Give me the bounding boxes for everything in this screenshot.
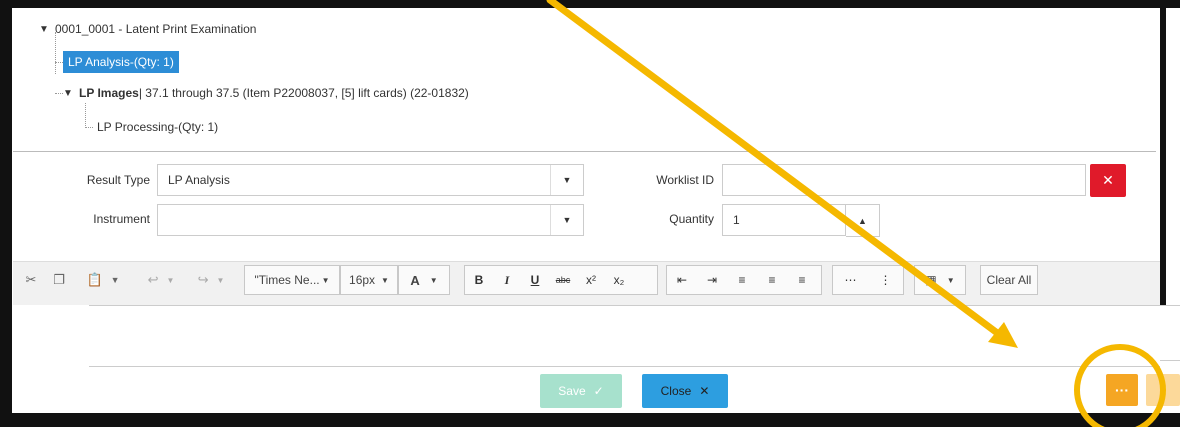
quantity-input[interactable]: 1 <box>722 204 846 236</box>
worklist-id-input[interactable] <box>722 164 1086 196</box>
subscript-button[interactable]: x₂ <box>605 266 633 294</box>
tree-panel: ▼ 0001_0001 - Latent Print Examination L… <box>13 8 1156 152</box>
align-center-icon[interactable]: ≡ <box>757 266 787 294</box>
tree-node-lp-processing[interactable]: LP Processing-(Qty: 1) <box>97 120 218 134</box>
font-color-icon: A <box>410 272 420 288</box>
chevron-down-icon: ▼ <box>429 275 438 285</box>
underline-button[interactable]: U <box>521 266 549 294</box>
undo-button[interactable]: ↩ ▼ <box>138 265 184 295</box>
chevron-down-icon: ▼ <box>381 275 389 285</box>
collapse-icon[interactable]: ▼ <box>39 24 49 35</box>
close-icon: ✕ <box>699 384 710 398</box>
frame-left <box>0 0 12 427</box>
chevron-down-icon: ▼ <box>946 275 955 285</box>
result-type-select[interactable]: LP Analysis ▼ <box>157 164 584 196</box>
collapse-panel-button[interactable]: ≡ <box>1146 374 1180 406</box>
redo-icon: ↪ <box>197 272 209 287</box>
tree-connector <box>85 127 93 128</box>
rich-text-editor[interactable] <box>89 305 1180 361</box>
font-size-select[interactable]: 16px ▼ <box>340 265 398 295</box>
alignment-group: ⇤ ⇥ ≡ ≡ ≡ <box>666 265 822 295</box>
list-icon: ≡ <box>1159 383 1167 397</box>
editor-gutter <box>13 305 90 367</box>
divider <box>13 151 1156 152</box>
numbered-list-icon[interactable]: ⋮ <box>868 266 903 294</box>
cut-icon[interactable]: ✂ <box>18 265 44 295</box>
tree-node-root[interactable]: ▼ 0001_0001 - Latent Print Examination <box>39 22 256 36</box>
bullet-list-icon[interactable]: ⋯ <box>833 266 868 294</box>
result-type-value: LP Analysis <box>168 173 230 187</box>
frame-bottom <box>0 413 1180 427</box>
instrument-label: Instrument <box>93 212 150 226</box>
table-icon: ▦ <box>925 273 937 287</box>
frame-top <box>0 0 1180 8</box>
close-button[interactable]: Close ✕ <box>642 374 728 408</box>
clear-all-button[interactable]: Clear All <box>980 265 1038 295</box>
list-group: ⋯ ⋮ <box>832 265 904 295</box>
font-family-select[interactable]: "Times Ne... ▼ <box>244 265 340 295</box>
check-icon: ✓ <box>593 384 604 398</box>
save-label: Save <box>558 384 586 398</box>
close-label: Close <box>660 384 692 398</box>
chevron-down-icon: ▼ <box>321 275 330 285</box>
paste-button[interactable]: 📋 ▼ <box>74 265 132 295</box>
align-left-icon[interactable]: ≡ <box>727 266 757 294</box>
tree-node-images-detail: | 37.1 through 37.5 (Item P22008037, [5]… <box>138 86 469 100</box>
strikethrough-button[interactable]: abc <box>549 266 577 294</box>
clipboard-icon: 📋 <box>86 272 103 287</box>
frame-right <box>1160 0 1166 310</box>
instrument-select[interactable]: ▼ <box>157 204 584 236</box>
superscript-button[interactable]: x² <box>577 266 605 294</box>
tree-connector <box>55 32 56 74</box>
quantity-label: Quantity <box>669 212 714 226</box>
collapse-icon[interactable]: ▼ <box>63 88 73 99</box>
redo-button[interactable]: ↪ ▼ <box>188 265 234 295</box>
tree-node-selected-label: LP Analysis-(Qty: 1) <box>63 51 179 73</box>
undo-icon: ↩ <box>147 272 159 287</box>
worklist-id-label: Worklist ID <box>656 173 714 187</box>
tree-node-processing-label: LP Processing-(Qty: 1) <box>97 120 219 134</box>
quantity-stepper[interactable]: ▲ <box>846 204 880 237</box>
result-type-label: Result Type <box>86 173 150 187</box>
font-color-select[interactable]: A ▼ <box>398 265 450 295</box>
tree-node-lp-images[interactable]: ▼ LP Images | 37.1 through 37.5 (Item P2… <box>63 86 469 100</box>
font-family-value: "Times Ne... <box>254 273 320 287</box>
dropdown-caret-icon[interactable]: ▼ <box>550 205 583 235</box>
divider <box>89 366 1160 367</box>
dropdown-caret-icon[interactable]: ▼ <box>550 165 583 195</box>
outdent-icon[interactable]: ⇤ <box>667 266 697 294</box>
more-options-button[interactable]: ··· <box>1106 374 1138 406</box>
save-button[interactable]: Save ✓ <box>540 374 622 408</box>
tree-node-lp-analysis[interactable]: LP Analysis-(Qty: 1) <box>63 51 179 73</box>
tree-node-images-title: LP Images <box>79 86 139 100</box>
tree-connector <box>55 93 63 94</box>
copy-icon[interactable]: ❐ <box>48 265 70 295</box>
tree-connector <box>85 103 86 128</box>
font-size-value: 16px <box>349 273 376 287</box>
table-insert-button[interactable]: ▦ ▼ <box>914 265 966 295</box>
italic-button[interactable]: I <box>493 266 521 294</box>
bold-button[interactable]: B <box>465 266 493 294</box>
chevron-down-icon: ▼ <box>166 275 175 285</box>
tree-node-root-label: 0001_0001 - Latent Print Examination <box>55 22 257 36</box>
chevron-down-icon: ▼ <box>216 275 225 285</box>
increment-icon[interactable]: ▲ <box>858 216 867 226</box>
formatting-group: B I U abc x² x₂ <box>464 265 658 295</box>
close-icon: ✕ <box>1102 172 1114 188</box>
indent-icon[interactable]: ⇥ <box>697 266 727 294</box>
align-right-icon[interactable]: ≡ <box>787 266 817 294</box>
chevron-down-icon: ▼ <box>110 275 120 285</box>
clear-worklist-button[interactable]: ✕ <box>1090 164 1126 197</box>
